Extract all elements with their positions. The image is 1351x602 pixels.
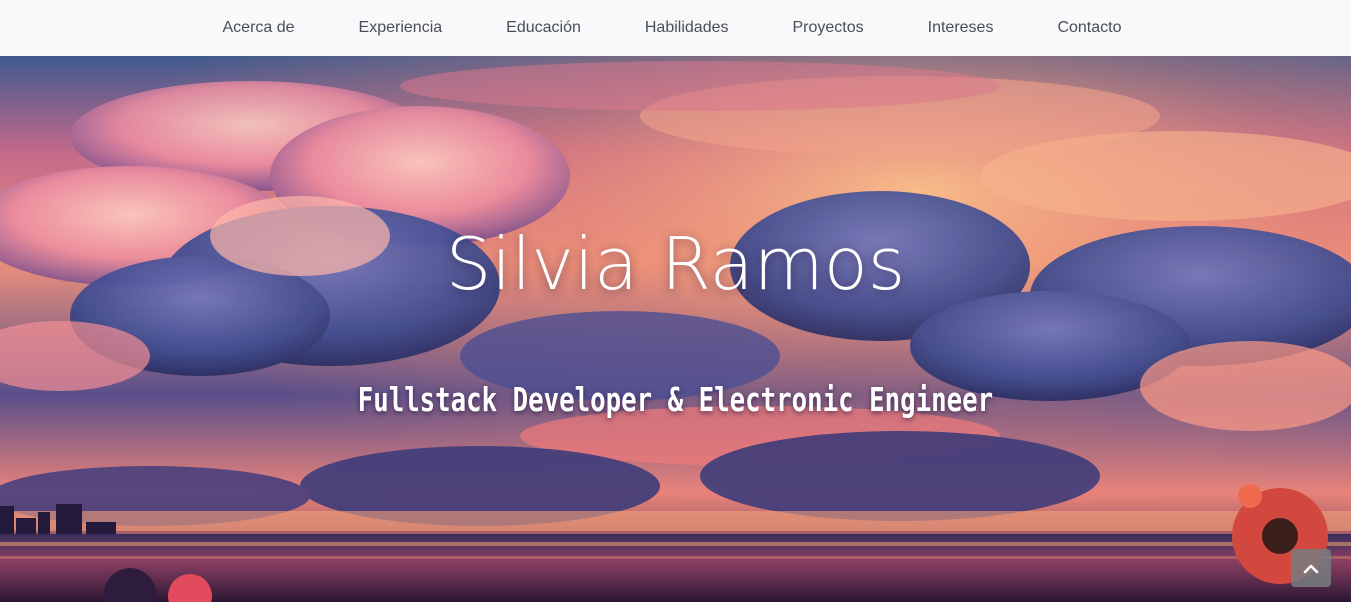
nav-list: Acerca de Experiencia Educación Habilida… — [191, 19, 1154, 37]
nav-link-experiencia[interactable]: Experiencia — [327, 19, 475, 37]
nav-link-proyectos[interactable]: Proyectos — [760, 19, 895, 37]
nav-link-habilidades[interactable]: Habilidades — [613, 19, 761, 37]
top-navbar: Acerca de Experiencia Educación Habilida… — [0, 0, 1351, 56]
hero-subtitle: Fullstack Developer & Electronic Enginee… — [357, 380, 994, 419]
nav-link-intereses[interactable]: Intereses — [896, 19, 1026, 37]
hero-title: Silvia Ramos — [445, 222, 906, 306]
hero-background-image — [0, 56, 1351, 602]
nav-link-acerca-de[interactable]: Acerca de — [191, 19, 327, 37]
chevron-up-icon — [1303, 564, 1319, 574]
scroll-to-top-button[interactable] — [1291, 549, 1331, 587]
nav-link-contacto[interactable]: Contacto — [1025, 19, 1153, 37]
nav-link-educacion[interactable]: Educación — [474, 19, 613, 37]
hero-section: Silvia Ramos Fullstack Developer & Elect… — [0, 56, 1351, 602]
